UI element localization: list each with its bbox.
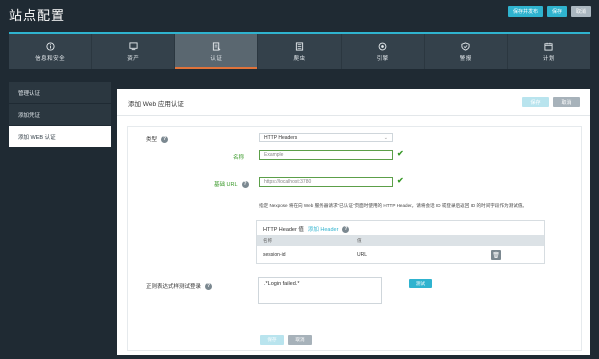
save-button[interactable]: 保存 — [546, 6, 567, 17]
sidebar-item-add-credential[interactable]: 添加凭证 — [9, 104, 111, 126]
top-actions: 保存并发布 保存 取消 — [507, 6, 591, 17]
base-url-input-value: https://localhost:3780 — [264, 179, 312, 185]
cancel-button[interactable]: 取消 — [570, 6, 591, 17]
tab-label: 信息和安全 — [35, 55, 66, 62]
engine-icon — [378, 42, 387, 50]
header-value-cell: URL — [357, 252, 368, 258]
base-url-label-row: 基础 URL ? — [214, 180, 249, 188]
crawler-icon — [295, 41, 304, 51]
base-url-label: 基础 URL — [214, 182, 238, 188]
header-info-text: 指定 Nexpose 将在向 Web 服务器请求"已认证"页面时使用的 HTTP… — [259, 203, 528, 208]
type-label: 类型 — [146, 137, 158, 143]
sidebar-item-manage-auth[interactable]: 管理认证 — [9, 82, 111, 104]
column-header-value: 值 — [357, 238, 362, 243]
tab-label: 认证 — [210, 55, 223, 62]
regex-textarea[interactable]: .*Login failed.* — [258, 277, 382, 304]
tab-assets[interactable]: 资产 — [92, 34, 176, 69]
help-icon[interactable]: ? — [342, 225, 350, 233]
add-header-link[interactable]: 添加 Header — [308, 225, 339, 233]
top-bar: 站点配置 保存并发布 保存 取消 — [0, 0, 599, 30]
header-table-title: HTTP Header 值 — [263, 227, 304, 233]
tab-authentication[interactable]: 认证 — [175, 34, 259, 69]
type-select-value: HTTP Headers — [264, 134, 298, 141]
info-icon — [46, 41, 55, 51]
tab-label: 爬虫 — [293, 55, 306, 62]
help-icon[interactable]: ? — [161, 135, 169, 143]
valid-check-icon: ✔ — [397, 149, 404, 158]
table-row: session-id URL 🗑 — [257, 247, 544, 263]
form-save-button[interactable]: 保存 — [260, 335, 284, 345]
auth-icon — [212, 41, 221, 51]
help-icon[interactable]: ? — [241, 180, 249, 188]
alert-icon — [461, 41, 470, 51]
sidebar: 管理认证 添加凭证 添加 WEB 认证 — [9, 82, 111, 148]
header-name-cell: session-id — [263, 252, 286, 258]
regex-label-row: 正则表达式样测试登录 ? — [146, 282, 213, 290]
column-header-name: 名称 — [263, 238, 273, 243]
panel-save-button[interactable]: 保存 — [522, 97, 549, 107]
http-header-table: HTTP Header 值 添加 Header ? 名称 值 session-i… — [256, 220, 545, 264]
type-select[interactable]: HTTP Headers ⌄ — [259, 133, 393, 142]
tab-schedule[interactable]: 计划 — [508, 34, 590, 69]
base-url-input[interactable]: https://localhost:3780 — [259, 177, 393, 187]
tab-label: 警报 — [459, 55, 472, 62]
valid-check-icon: ✔ — [397, 176, 404, 185]
trash-icon[interactable]: 🗑 — [491, 250, 501, 260]
tab-label: 资产 — [127, 55, 140, 62]
name-label-row: 名称 — [233, 153, 244, 161]
calendar-icon — [544, 42, 553, 51]
save-and-publish-button[interactable]: 保存并发布 — [507, 6, 543, 17]
tab-alerts[interactable]: 警报 — [425, 34, 508, 69]
header-table-title-row: HTTP Header 值 添加 Header ? — [263, 225, 350, 233]
panel-header: 添加 Web 应用认证 保存 取消 — [117, 89, 590, 116]
type-label-row: 类型 ? — [146, 135, 169, 143]
page-title: 站点配置 — [9, 8, 66, 23]
sidebar-item-add-web-auth[interactable]: 添加 WEB 认证 — [9, 126, 111, 148]
tab-label: 引擎 — [376, 55, 389, 62]
tab-crawler[interactable]: 爬虫 — [258, 34, 342, 69]
test-button[interactable]: 测试 — [409, 279, 432, 288]
help-icon[interactable]: ? — [205, 282, 213, 290]
regex-label: 正则表达式样测试登录 — [146, 284, 202, 290]
name-input-value: Example — [264, 152, 284, 158]
form-cancel-button[interactable]: 取消 — [288, 335, 312, 345]
asset-icon — [129, 41, 138, 50]
panel-title: 添加 Web 应用认证 — [128, 101, 184, 108]
tab-engine[interactable]: 引擎 — [342, 34, 425, 69]
chevron-down-icon: ⌄ — [383, 135, 388, 141]
name-label: 名称 — [233, 155, 245, 161]
name-input[interactable]: Example — [259, 150, 393, 160]
tab-info-security[interactable]: 信息和安全 — [9, 34, 93, 69]
panel-cancel-button[interactable]: 取消 — [553, 97, 580, 107]
tab-label: 计划 — [542, 55, 555, 62]
config-tabbar: 信息和安全 资产 认证 爬虫 引擎 警报 计划 — [9, 32, 590, 69]
table-header-row: 名称 值 — [257, 235, 544, 246]
